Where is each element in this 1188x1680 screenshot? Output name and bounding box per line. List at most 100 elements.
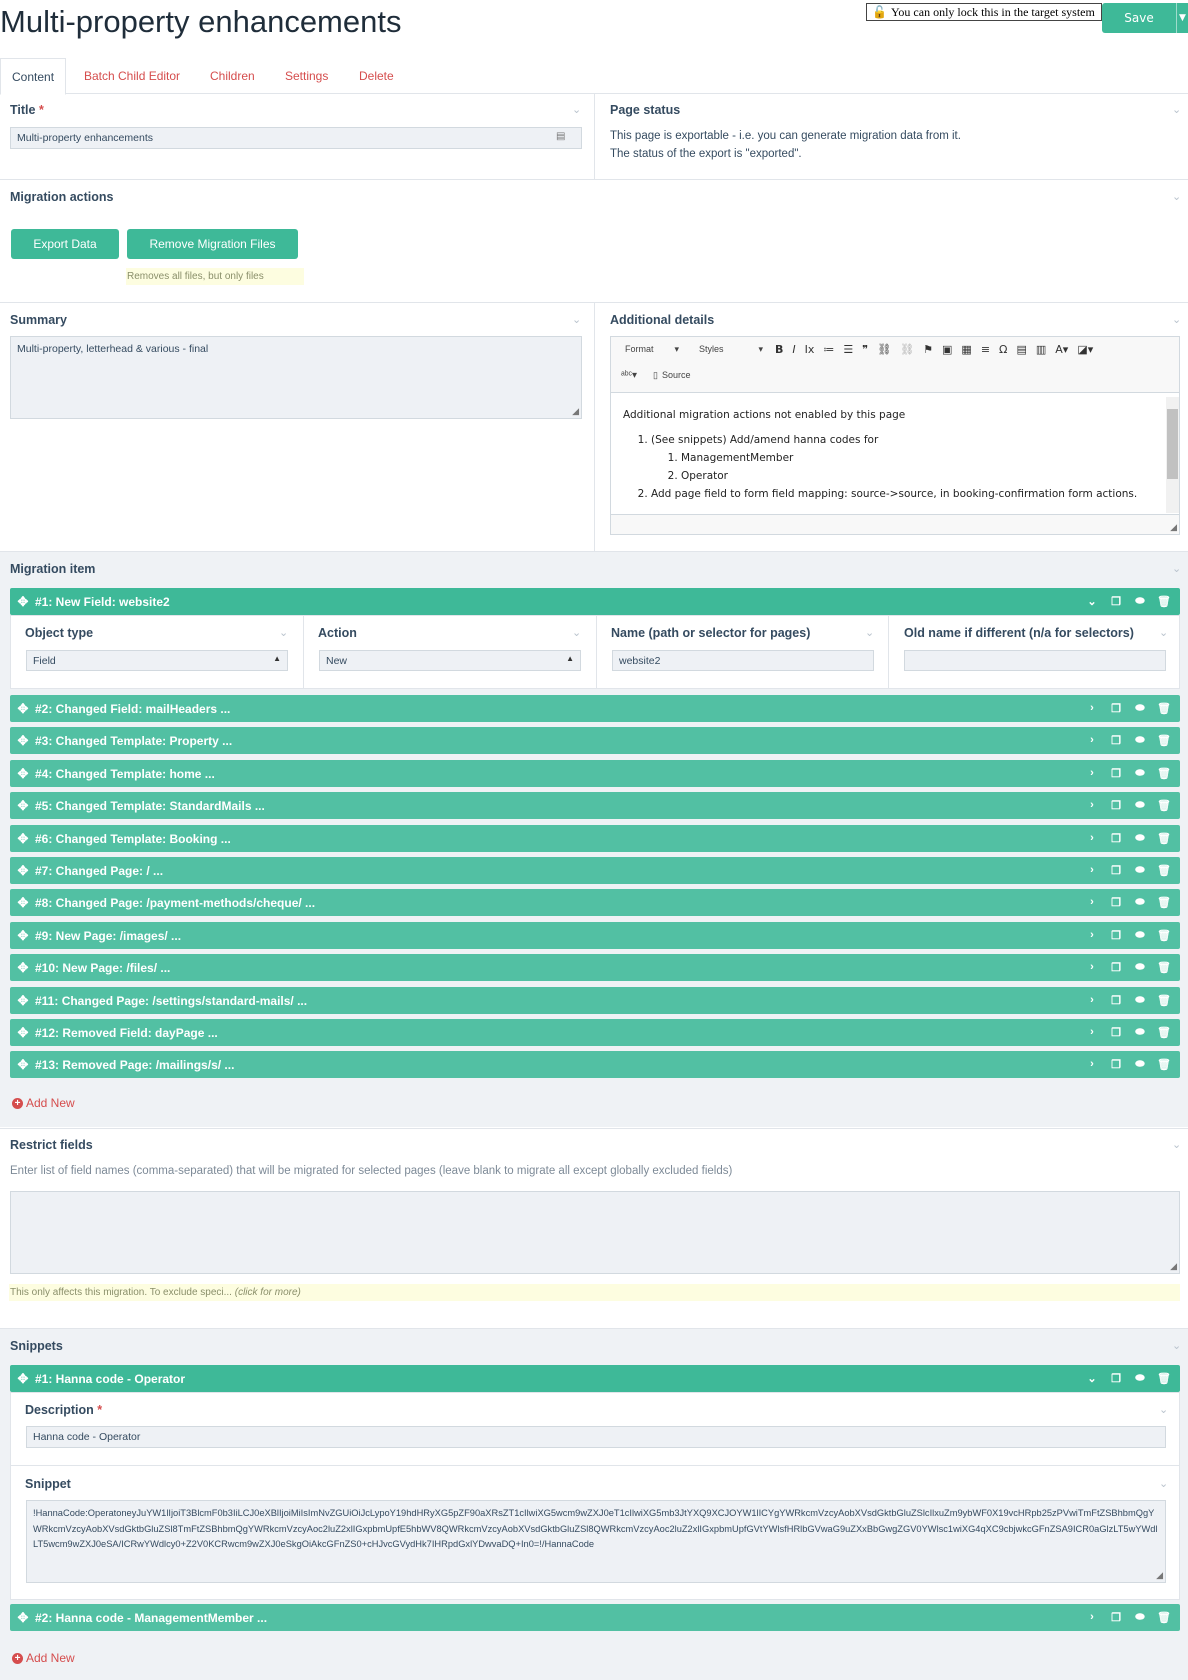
- chevron-right-icon[interactable]: ›: [1080, 864, 1104, 877]
- migration-item-header[interactable]: ✥ #13: Removed Page: /mailings/s/ ... › ❐ ⬬ 🗑: [10, 1051, 1180, 1078]
- chevron-down-icon[interactable]: ⌄: [1159, 626, 1168, 639]
- copy-icon[interactable]: ❐: [1104, 734, 1128, 747]
- bulleted-list-icon[interactable]: ☰: [843, 343, 853, 356]
- toggle-icon[interactable]: ⬬: [1128, 1026, 1152, 1039]
- click-for-more-link[interactable]: (click for more): [235, 1287, 301, 1298]
- move-icon[interactable]: ✥: [11, 594, 35, 610]
- trash-icon[interactable]: 🗑: [1152, 864, 1176, 877]
- trash-icon[interactable]: 🗑: [1152, 1026, 1176, 1039]
- horizontal-line-icon[interactable]: ≡: [981, 343, 990, 356]
- chevron-down-icon[interactable]: ⌄: [1172, 1138, 1181, 1151]
- chevron-down-icon[interactable]: ⌄: [1172, 190, 1181, 203]
- copy-icon[interactable]: ❐: [1104, 832, 1128, 845]
- migration-item-header[interactable]: ✥ #6: Changed Template: Booking ... › ❐ ⬬ 🗑: [10, 825, 1180, 852]
- copy-icon[interactable]: ❐: [1104, 1026, 1128, 1039]
- snippet-item-header[interactable]: ✥ #1: Hanna code - Operator ⌄ ❐ ⬬ 🗑: [10, 1365, 1180, 1392]
- text-color-icon[interactable]: A▾: [1055, 343, 1068, 356]
- tab-content[interactable]: Content: [0, 58, 67, 95]
- anchor-icon[interactable]: ⚑: [923, 343, 933, 356]
- scrollbar-thumb[interactable]: [1167, 409, 1178, 479]
- description-input[interactable]: Hanna code - Operator: [26, 1426, 1166, 1448]
- migration-item-header[interactable]: ✥ #5: Changed Template: StandardMails ...…: [10, 792, 1180, 819]
- object-type-select[interactable]: Field ▲: [26, 650, 288, 671]
- migration-item-header[interactable]: ✥ #4: Changed Template: home ... › ❐ ⬬ 🗑: [10, 760, 1180, 787]
- move-icon[interactable]: ✥: [11, 733, 35, 749]
- migration-item-header[interactable]: ✥ #7: Changed Page: / ... › ❐ ⬬ 🗑: [10, 857, 1180, 884]
- chevron-down-icon[interactable]: ⌄: [1172, 1339, 1181, 1352]
- snippet-textarea[interactable]: !HannaCode:OperatoneyJuYW1lIjoiT3BlcmF0b…: [26, 1500, 1166, 1583]
- move-icon[interactable]: ✥: [11, 895, 35, 911]
- chevron-down-icon[interactable]: ⌄: [1159, 1403, 1168, 1416]
- chevron-down-icon[interactable]: ▼: [1176, 3, 1188, 33]
- move-icon[interactable]: ✥: [11, 993, 35, 1009]
- old-name-input[interactable]: [904, 650, 1166, 671]
- copy-icon[interactable]: ❐: [1104, 961, 1128, 974]
- move-icon[interactable]: ✥: [11, 1025, 35, 1041]
- chevron-down-icon[interactable]: ⌄: [1159, 1477, 1168, 1490]
- resize-handle-icon[interactable]: ◢: [1170, 523, 1177, 533]
- chevron-right-icon[interactable]: ›: [1080, 1026, 1104, 1039]
- toggle-icon[interactable]: ⬬: [1128, 1372, 1152, 1385]
- rich-text-editor[interactable]: Format ▾ Styles ▾ B I Ix ≔ ☰ ❞ ⛓ ⛓ ⚑ ▣ ▦ ≡…: [610, 336, 1180, 535]
- migration-item-header[interactable]: ✥ #11: Changed Page: /settings/standard-m…: [10, 987, 1180, 1014]
- copy-icon[interactable]: ❐: [1104, 994, 1128, 1007]
- migration-item-header[interactable]: ✥ #12: Removed Field: dayPage ... › ❐ ⬬ 🗑: [10, 1019, 1180, 1046]
- trash-icon[interactable]: 🗑: [1152, 961, 1176, 974]
- link-icon[interactable]: ⛓: [877, 343, 891, 356]
- add-new-migration-item[interactable]: + Add New: [12, 1096, 75, 1110]
- copy-icon[interactable]: ❐: [1104, 896, 1128, 909]
- field-options-icon[interactable]: ▤: [556, 131, 565, 142]
- trash-icon[interactable]: 🗑: [1152, 702, 1176, 715]
- title-input[interactable]: Multi-property enhancements: [10, 127, 582, 149]
- toggle-icon[interactable]: ⬬: [1128, 832, 1152, 845]
- trash-icon[interactable]: 🗑: [1152, 799, 1176, 812]
- chevron-down-icon[interactable]: ⌄: [572, 103, 581, 116]
- migration-item-header[interactable]: ✥ #1: New Field: website2 ⌄ ❐ ⬬ 🗑: [10, 588, 1180, 615]
- numbered-list-icon[interactable]: ≔: [823, 343, 834, 356]
- chevron-right-icon[interactable]: ›: [1080, 961, 1104, 974]
- toggle-icon[interactable]: ⬬: [1128, 767, 1152, 780]
- name-input[interactable]: website2: [612, 650, 874, 671]
- chevron-down-icon[interactable]: ⌄: [1172, 103, 1181, 116]
- resize-handle-icon[interactable]: ◢: [572, 407, 579, 417]
- trash-icon[interactable]: 🗑: [1152, 767, 1176, 780]
- copy-icon[interactable]: ❐: [1104, 1611, 1128, 1624]
- copy-icon[interactable]: ❐: [1104, 767, 1128, 780]
- toggle-icon[interactable]: ⬬: [1128, 702, 1152, 715]
- copy-icon[interactable]: ❐: [1104, 1372, 1128, 1385]
- chevron-right-icon[interactable]: ›: [1080, 929, 1104, 942]
- remove-migration-files-button[interactable]: Remove Migration Files: [127, 229, 298, 259]
- chevron-down-icon[interactable]: ⌄: [1172, 313, 1181, 326]
- bold-icon[interactable]: B: [775, 343, 783, 356]
- chevron-right-icon[interactable]: ›: [1080, 702, 1104, 715]
- bg-color-icon[interactable]: ◪▾: [1077, 343, 1093, 356]
- toggle-icon[interactable]: ⬬: [1128, 734, 1152, 747]
- summary-textarea[interactable]: Multi-property, letterhead & various - f…: [10, 336, 582, 419]
- remove-format-icon[interactable]: Ix: [805, 343, 815, 356]
- tab-delete[interactable]: Delete: [359, 58, 394, 94]
- chevron-down-icon[interactable]: ⌄: [865, 626, 874, 639]
- trash-icon[interactable]: 🗑: [1152, 832, 1176, 845]
- tab-batch-child-editor[interactable]: Batch Child Editor: [84, 58, 180, 94]
- restrict-fields-textarea[interactable]: ◢: [10, 1191, 1180, 1274]
- image-icon[interactable]: ▣: [942, 343, 952, 356]
- toggle-icon[interactable]: ⬬: [1128, 1611, 1152, 1624]
- chevron-right-icon[interactable]: ›: [1080, 896, 1104, 909]
- toggle-icon[interactable]: ⬬: [1128, 994, 1152, 1007]
- toggle-icon[interactable]: ⬬: [1128, 1058, 1152, 1071]
- add-new-snippet[interactable]: + Add New: [12, 1651, 75, 1665]
- chevron-right-icon[interactable]: ›: [1080, 994, 1104, 1007]
- move-icon[interactable]: ✥: [11, 766, 35, 782]
- chevron-down-icon[interactable]: ⌄: [572, 313, 581, 326]
- action-select[interactable]: New ▲: [319, 650, 581, 671]
- chevron-down-icon[interactable]: ⌄: [279, 626, 288, 639]
- spellcheck-icon[interactable]: ᵃᵇᶜ▾: [621, 370, 637, 381]
- copy-icon[interactable]: ❐: [1104, 929, 1128, 942]
- trash-icon[interactable]: 🗑: [1152, 994, 1176, 1007]
- export-data-button[interactable]: Export Data: [11, 229, 119, 259]
- move-icon[interactable]: ✥: [11, 863, 35, 879]
- move-icon[interactable]: ✥: [11, 1371, 35, 1387]
- chevron-right-icon[interactable]: ›: [1080, 1058, 1104, 1071]
- resize-handle-icon[interactable]: ◢: [1170, 1262, 1177, 1272]
- move-icon[interactable]: ✥: [11, 798, 35, 814]
